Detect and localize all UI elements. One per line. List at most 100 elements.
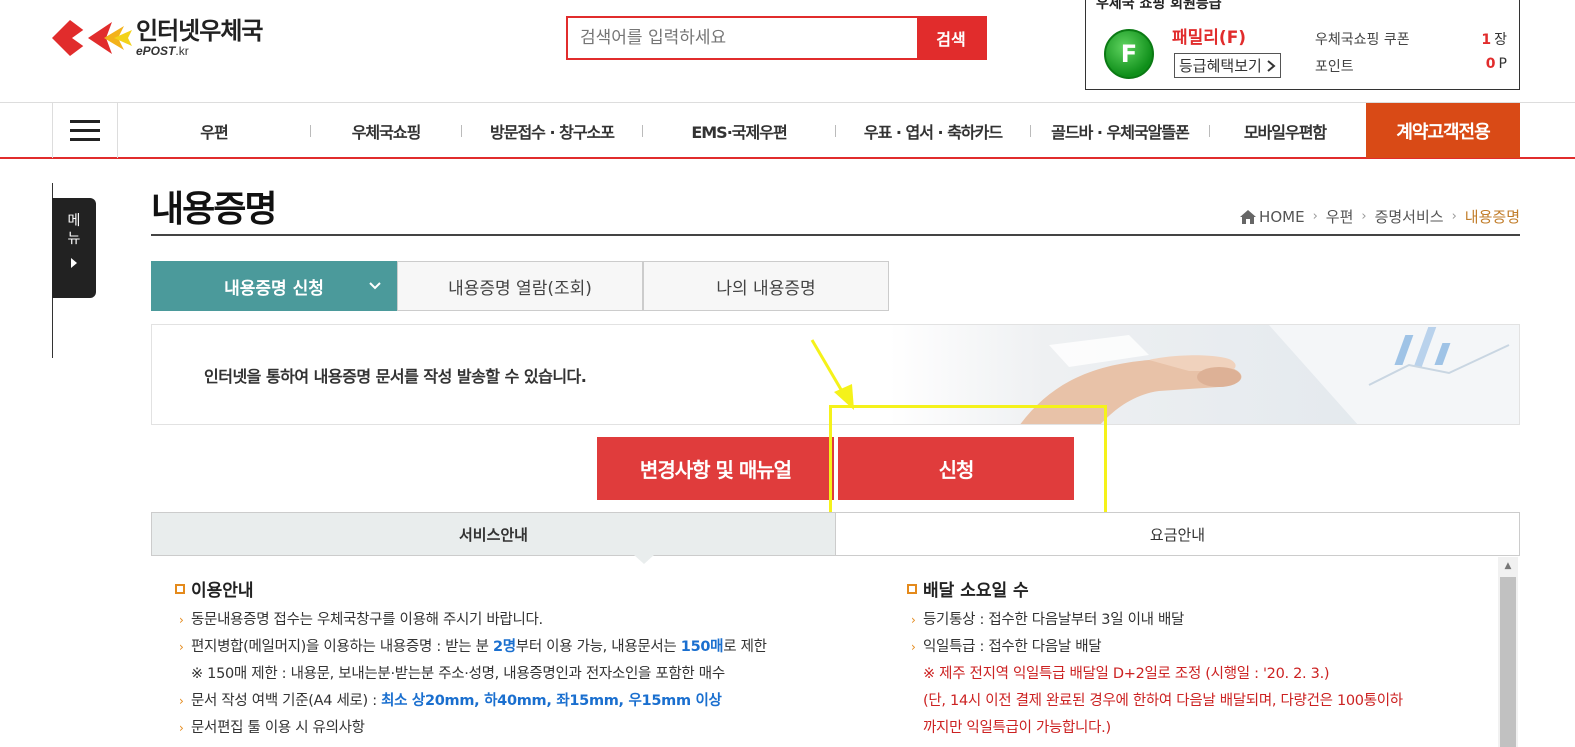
apply-button[interactable]: 신청	[838, 437, 1074, 500]
list-item: › 등기통상 : 접수한 다음날부터 3일 이내 배달	[907, 607, 1487, 634]
delivery-item-text: 익일특급 : 접수한 다음날 배달	[923, 639, 1102, 655]
search-button[interactable]: 검색	[917, 18, 985, 58]
banner-text: 인터넷을 통하여 내용증명 문서를 작성 발송할 수 있습니다.	[204, 367, 587, 386]
grade-badge: F	[1104, 29, 1154, 79]
hamburger-icon	[70, 119, 100, 141]
chevron-bullet-icon: ›	[179, 640, 184, 654]
breadcrumb-post[interactable]: 우편	[1326, 206, 1354, 227]
grade-benefit-label: 등급혜택보기	[1179, 57, 1262, 75]
member-grade-panel: 우체국 쇼핑 회원등급 F 패밀리(F) 등급혜택보기 우체국쇼핑 쿠폰 1장 …	[1085, 0, 1520, 90]
side-menu-label: 뉴	[67, 231, 81, 247]
chevron-bullet-icon: ›	[911, 613, 916, 627]
usage-highlight: 150매	[680, 639, 724, 655]
page-title: 내용증명	[151, 189, 277, 230]
coupon-row[interactable]: 우체국쇼핑 쿠폰 1장	[1315, 29, 1507, 49]
grade-name: 패밀리(F)	[1172, 28, 1247, 48]
breadcrumb-home[interactable]: HOME	[1259, 208, 1305, 226]
square-bullet-icon	[175, 583, 185, 594]
list-note: ※ 150매 제한 : 내용문, 보내는분·받는분 주소·성명, 내용증명인과 …	[191, 666, 725, 682]
tab-apply[interactable]: 내용증명 신청	[151, 261, 397, 311]
point-unit: P	[1498, 56, 1507, 72]
coupon-label: 우체국쇼핑 쿠폰	[1315, 32, 1410, 48]
caret-right-icon	[71, 258, 77, 268]
list-item: › 동문내용증명 접수는 우체국창구를 이용해 주시기 바랍니다.	[175, 607, 875, 634]
usage-item-text: 문서 작성 여백 기준(A4 세로) :	[191, 693, 382, 709]
chevron-right-icon	[1267, 59, 1276, 72]
side-menu-label: 메	[67, 213, 81, 229]
list-item: › 편지병합(메일머지)을 이용하는 내용증명 : 받는 분 2명부터 이용 가능…	[175, 634, 875, 661]
nav-items: 우편 우체국쇼핑 방문접수 · 창구소포 EMS·국제우편 우표 · 엽서 · …	[118, 103, 1360, 158]
usage-heading-text: 이용안내	[191, 581, 254, 601]
breadcrumb-certificate[interactable]: 증명서비스	[1375, 206, 1444, 227]
delivery-item-text: 등기통상 : 접수한 다음날부터 3일 이내 배달	[923, 612, 1185, 628]
menu-button[interactable]	[52, 103, 118, 158]
search-input[interactable]	[568, 18, 917, 58]
member-panel-title: 우체국 쇼핑 회원등급	[1096, 0, 1222, 12]
delivery-note: (단, 14시 이전 결제 완료된 경우에 한하여 다음날 배달되며, 다량건은…	[923, 693, 1403, 709]
main-nav: 우편 우체국쇼핑 방문접수 · 창구소포 EMS·국제우편 우표 · 엽서 · …	[0, 102, 1575, 159]
usage-item-text: 동문내용증명 접수는 우체국창구를 이용해 주시기 바랍니다.	[191, 612, 543, 628]
usage-item-text: 로 제한	[723, 639, 767, 655]
tab-fee-info[interactable]: 요금안내	[836, 513, 1519, 555]
nav-item-visit[interactable]: 방문접수 · 창구소포	[462, 119, 642, 143]
nav-item-goldbar[interactable]: 골드바 · 우체국알뜰폰	[1031, 119, 1209, 143]
tab-service-info[interactable]: 서비스안내	[152, 513, 836, 555]
list-item[interactable]: › 문서편집 툴 이용 시 유의사항	[175, 715, 875, 742]
usage-highlight: 2명	[492, 639, 516, 655]
chevron-bullet-icon: ›	[179, 721, 184, 735]
logo-subtitle: ePOST.kr	[136, 44, 189, 58]
coupon-count: 1	[1481, 32, 1492, 48]
chevron-bullet-icon: ›	[911, 640, 916, 654]
service-tabs: 서비스안내 요금안내	[151, 512, 1520, 564]
search-bar: 검색	[566, 16, 987, 60]
banner-hand-document-image	[889, 325, 1519, 424]
nav-item-post[interactable]: 우편	[118, 119, 310, 143]
breadcrumb-separator: ›	[1312, 209, 1318, 224]
grade-benefit-link[interactable]: 등급혜택보기	[1174, 53, 1281, 78]
breadcrumb: HOME › 우편 › 증명서비스 › 내용증명	[1240, 206, 1520, 227]
side-menu-tab[interactable]: 메 뉴	[52, 198, 96, 298]
list-item: › 문서 작성 여백 기준(A4 세로) : 최소 상20mm, 하40mm, 좌…	[175, 688, 875, 715]
nav-item-ems[interactable]: EMS·국제우편	[643, 119, 835, 143]
nav-item-mobile[interactable]: 모바일우편함	[1210, 119, 1360, 143]
home-icon	[1240, 209, 1257, 224]
breadcrumb-separator: ›	[1451, 209, 1457, 224]
coupon-unit: 장	[1494, 32, 1507, 48]
square-bullet-icon	[907, 583, 917, 594]
usage-item-text: 문서편집 툴 이용 시 유의사항	[191, 720, 365, 736]
point-value: 0	[1485, 56, 1496, 72]
usage-section: 이용안내 › 동문내용증명 접수는 우체국창구를 이용해 주시기 바랍니다. › 편…	[175, 576, 875, 742]
delivery-note: 까지만 익일특급이 가능합니다.)	[923, 720, 1111, 736]
content-scrollbar[interactable]: ▲	[1498, 557, 1518, 747]
tab-indicator	[634, 555, 654, 564]
tab-view[interactable]: 내용증명 열람(조회)	[397, 261, 643, 311]
chevron-down-icon	[369, 282, 381, 290]
nav-item-shopping[interactable]: 우체국쇼핑	[311, 119, 461, 143]
logo-title: 인터넷우체국	[136, 17, 263, 45]
list-item: › 익일특급 : 접수한 다음날 배달	[907, 634, 1487, 661]
chevron-bullet-icon: ›	[179, 694, 184, 708]
scroll-up-arrow-icon[interactable]: ▲	[1498, 557, 1518, 575]
content-tabs: 내용증명 신청 내용증명 열람(조회) 나의 내용증명	[151, 261, 889, 311]
delivery-heading: 배달 소요일 수	[907, 576, 1487, 601]
nav-contract-button[interactable]: 계약고객전용	[1366, 103, 1520, 158]
scroll-thumb[interactable]	[1500, 577, 1516, 747]
epost-logo[interactable]: 인터넷우체국 ePOST.kr	[52, 16, 263, 60]
delivery-heading-text: 배달 소요일 수	[923, 581, 1029, 601]
usage-highlight: 최소 상20mm, 하40mm, 좌15mm, 우15mm 이상	[381, 693, 722, 709]
delivery-note: ※ 제주 전지역 익일특급 배달일 D+2일로 조정 (시행일 : '20. 2…	[923, 666, 1330, 682]
usage-item-text: 편지병합(메일머지)을 이용하는 내용증명 : 받는 분	[191, 639, 493, 655]
nav-item-stamps[interactable]: 우표 · 엽서 · 축하카드	[836, 119, 1030, 143]
point-row[interactable]: 포인트 0P	[1315, 56, 1507, 76]
intro-banner: 인터넷을 통하여 내용증명 문서를 작성 발송할 수 있습니다.	[151, 324, 1520, 425]
title-divider	[151, 234, 1520, 236]
usage-item-text: 부터 이용 가능, 내용문서는	[515, 639, 681, 655]
breadcrumb-current: 내용증명	[1464, 208, 1520, 226]
tab-apply-label: 내용증명 신청	[224, 278, 324, 299]
point-label: 포인트	[1315, 59, 1354, 75]
manual-button[interactable]: 변경사항 및 매뉴얼	[597, 437, 834, 500]
breadcrumb-separator: ›	[1361, 209, 1367, 224]
chevron-bullet-icon: ›	[179, 613, 184, 627]
tab-my[interactable]: 나의 내용증명	[643, 261, 889, 311]
usage-heading: 이용안내	[175, 576, 875, 601]
